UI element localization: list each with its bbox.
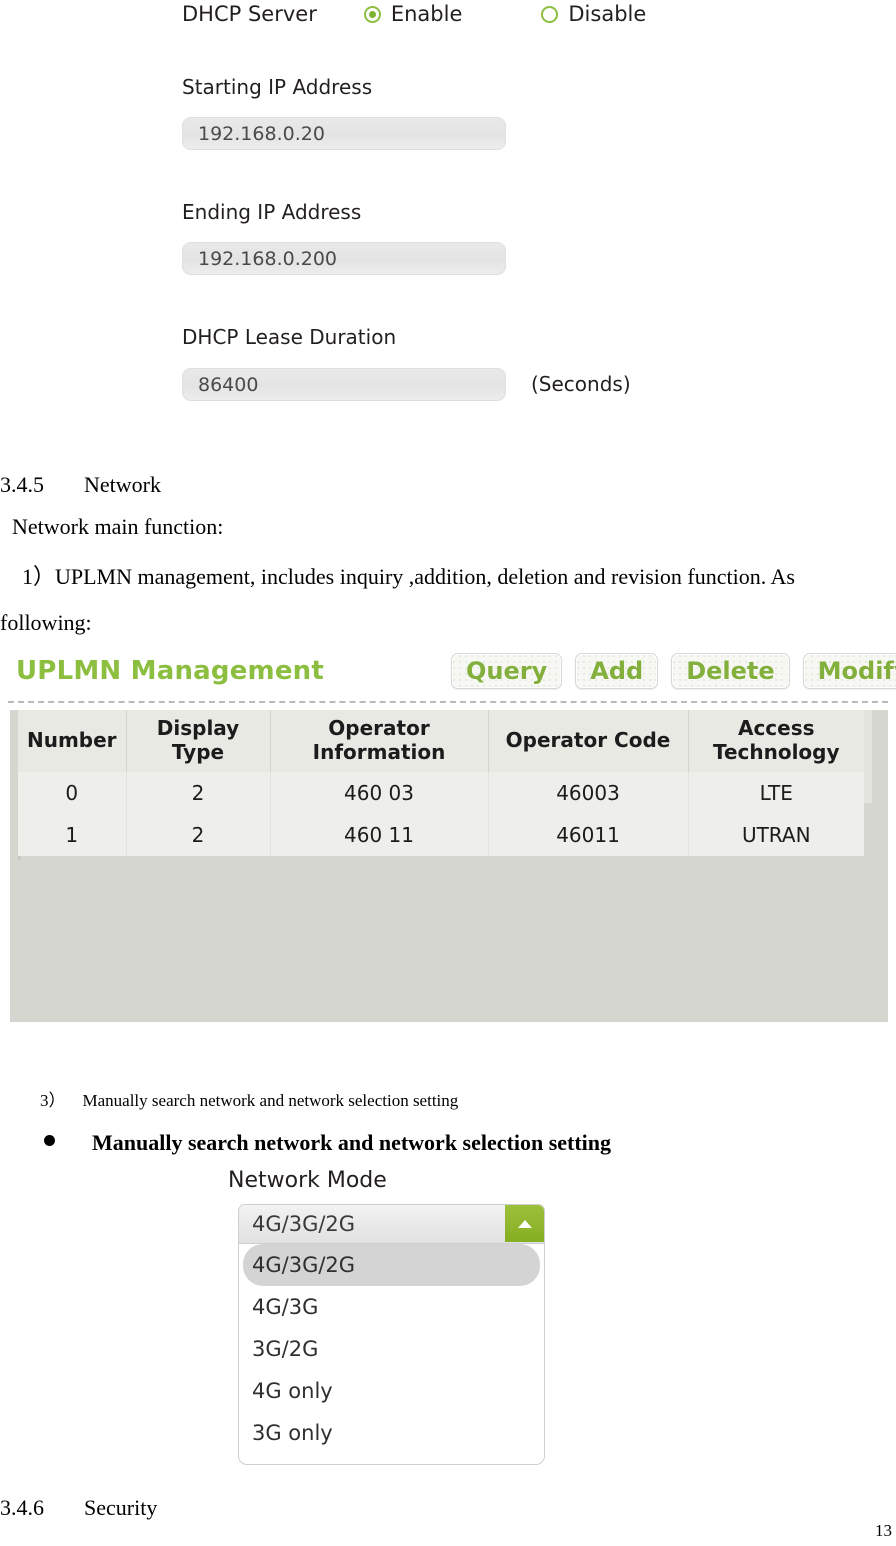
uplmn-table: Number Display Type Operator Information… (18, 710, 864, 856)
cell-operator-information: 460 03 (270, 772, 489, 814)
arrow-up-glyph (517, 1219, 532, 1228)
network-mode-options-list: 4G/3G/2G 4G/3G 3G/2G 4G only 3G only (238, 1243, 545, 1465)
cell-display-type: 2 (126, 814, 271, 856)
network-mode-select[interactable]: 4G/3G/2G (238, 1204, 545, 1243)
add-button-label: Add (590, 657, 644, 685)
network-mode-screenshot: Network Mode 4G/3G/2G 4G/3G/2G 4G/3G 3G/… (228, 1168, 568, 1466)
radio-disable[interactable]: Disable (541, 2, 646, 26)
lease-duration-value: 86400 (198, 373, 259, 396)
th-access-technology: Access Technology (688, 710, 864, 772)
table-row[interactable]: 1 2 460 11 46011 UTRAN (18, 814, 864, 856)
dhcp-settings-screenshot: DHCP Server Enable Disable Starting IP A… (0, 0, 896, 430)
th-number: Number (18, 710, 127, 772)
th-display-type: Display Type (126, 710, 271, 772)
radio-enable[interactable]: Enable (363, 2, 463, 26)
table-header-row: Number Display Type Operator Information… (18, 710, 864, 772)
lease-duration-unit: (Seconds) (531, 372, 631, 396)
option-4g-3g[interactable]: 4G/3G (239, 1286, 544, 1328)
network-intro-text: Network main function: (12, 514, 224, 539)
page-number: 13 (875, 1521, 892, 1540)
cell-operator-code: 46011 (488, 814, 689, 856)
option-label: 4G only (252, 1379, 333, 1403)
section-title-security: Security (84, 1495, 158, 1520)
modify-button-label: Modify (817, 657, 896, 685)
uplmn-panel-title: UPLMN Management (16, 656, 325, 686)
cell-access-technology: UTRAN (688, 814, 864, 856)
table-row[interactable]: 0 2 460 03 46003 LTE (18, 772, 864, 814)
starting-ip-label: Starting IP Address (182, 75, 373, 99)
lease-duration-input[interactable]: 86400 (182, 368, 506, 401)
starting-ip-value: 192.168.0.20 (198, 122, 325, 145)
delete-button[interactable]: Delete (671, 653, 790, 689)
option-4g-3g-2g[interactable]: 4G/3G/2G (243, 1244, 540, 1286)
panel-divider (8, 701, 888, 703)
section-number-346: 3.4.6 (0, 1495, 44, 1520)
section-number-345: 3.4.5 (0, 472, 44, 497)
delete-button-label: Delete (686, 657, 775, 685)
th-operator-information: Operator Information (270, 710, 489, 772)
uplmn-management-screenshot: UPLMN Management Query Add Delete Modify (8, 648, 896, 1022)
cell-access-technology: LTE (688, 772, 864, 814)
bullet-icon (44, 1135, 55, 1146)
ending-ip-label: Ending IP Address (182, 200, 362, 224)
query-button[interactable]: Query (451, 653, 563, 689)
ending-ip-value: 192.168.0.200 (198, 247, 338, 270)
ending-ip-input[interactable]: 192.168.0.200 (182, 242, 506, 275)
item3-bullet-text: Manually search network and network sele… (92, 1130, 612, 1155)
radio-enable-icon[interactable] (363, 5, 381, 23)
option-label: 3G only (252, 1421, 333, 1445)
radio-disable-icon[interactable] (541, 5, 559, 23)
uplmn-description-line2: following: (0, 610, 92, 635)
section-heading-network: 3.4.5 Network (0, 471, 161, 499)
dhcp-server-label: DHCP Server (182, 2, 317, 26)
cell-operator-code: 46003 (488, 772, 689, 814)
option-label: 4G/3G (252, 1295, 319, 1319)
radio-enable-label: Enable (390, 2, 463, 26)
cell-display-type: 2 (126, 772, 271, 814)
option-3g-2g[interactable]: 3G/2G (239, 1328, 544, 1370)
cell-operator-information: 460 11 (270, 814, 489, 856)
item3-small-text: 3） Manually search network and network s… (40, 1091, 459, 1110)
uplmn-table-area: Number Display Type Operator Information… (10, 710, 888, 1022)
cell-number: 1 (18, 814, 127, 856)
lease-duration-label: DHCP Lease Duration (182, 325, 397, 349)
network-mode-selected-value: 4G/3G/2G (252, 1212, 356, 1236)
section-heading-security: 3.4.6 Security (0, 1494, 157, 1522)
query-button-label: Query (466, 657, 548, 685)
uplmn-button-bar: Query Add Delete Modify (451, 653, 896, 689)
radio-disable-label: Disable (568, 2, 647, 26)
modify-button[interactable]: Modify (802, 653, 896, 689)
network-mode-label: Network Mode (228, 1168, 387, 1193)
cell-number: 0 (18, 772, 127, 814)
chevron-up-icon[interactable] (505, 1205, 544, 1242)
option-label: 4G/3G/2G (252, 1253, 356, 1277)
th-operator-code: Operator Code (488, 710, 689, 772)
section-title-network: Network (84, 472, 161, 497)
option-3g-only[interactable]: 3G only (239, 1412, 544, 1454)
starting-ip-input[interactable]: 192.168.0.20 (182, 117, 506, 150)
dhcp-server-row: DHCP Server Enable Disable (182, 0, 646, 28)
option-label: 3G/2G (252, 1337, 319, 1361)
item3-bullet-line: Manually search network and network sele… (44, 1130, 611, 1156)
option-4g-only[interactable]: 4G only (239, 1370, 544, 1412)
uplmn-description-line1: 1）UPLMN management, includes inquiry ,ad… (22, 564, 795, 589)
add-button[interactable]: Add (575, 653, 659, 689)
